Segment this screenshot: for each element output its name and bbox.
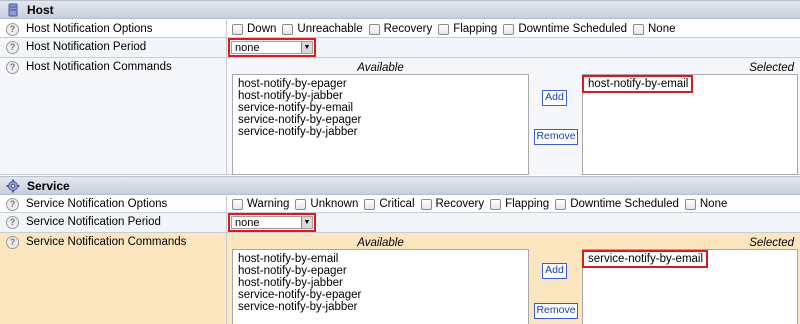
checkbox[interactable] <box>364 198 376 210</box>
server-icon <box>6 3 20 17</box>
list-item[interactable]: host-notify-by-jabber <box>238 277 528 289</box>
service-notification-commands-row: ? Service Notification Commands Availabl… <box>0 233 800 324</box>
list-item[interactable]: service-notify-by-email <box>238 102 528 114</box>
checkbox[interactable] <box>282 23 294 35</box>
host-option-flapping[interactable]: Flapping <box>438 23 497 35</box>
service-option-downtime-scheduled[interactable]: Downtime Scheduled <box>555 198 679 210</box>
list-item[interactable]: host-notify-by-email <box>238 253 528 265</box>
checkbox[interactable] <box>420 198 432 210</box>
checkbox[interactable] <box>232 198 243 210</box>
service-available-commands-list[interactable]: host-notify-by-email host-notify-by-epag… <box>232 249 529 324</box>
checkbox[interactable] <box>368 23 380 35</box>
checkbox[interactable] <box>555 198 567 210</box>
help-icon[interactable]: ? <box>6 236 19 249</box>
selected-header: Selected <box>749 237 794 249</box>
service-option-critical[interactable]: Critical <box>364 198 415 210</box>
checkbox[interactable] <box>633 23 644 35</box>
host-option-none[interactable]: None <box>633 23 676 35</box>
checkbox[interactable] <box>295 198 307 210</box>
host-notification-period-select[interactable]: none ▼ <box>231 41 313 54</box>
service-option-none[interactable]: None <box>684 198 727 210</box>
available-header: Available <box>357 62 404 74</box>
service-selected-command-item[interactable]: service-notify-by-email <box>582 250 708 268</box>
checkbox[interactable] <box>438 23 450 35</box>
host-notification-period-row: ? Host Notification Period none ▼ <box>0 38 800 58</box>
add-button[interactable]: Add <box>542 90 567 106</box>
service-notification-options-label: Service Notification Options <box>26 198 168 210</box>
help-icon[interactable]: ? <box>6 41 19 54</box>
service-option-flapping[interactable]: Flapping <box>490 198 549 210</box>
host-notification-options-label: Host Notification Options <box>26 23 153 35</box>
host-option-down[interactable]: Down <box>232 23 276 35</box>
selected-header: Selected <box>749 62 794 74</box>
help-icon[interactable]: ? <box>6 23 19 36</box>
chevron-down-icon[interactable]: ▼ <box>301 217 312 228</box>
gear-icon <box>6 179 20 193</box>
service-notification-options-row: ? Service Notification Options Warning U… <box>0 196 800 213</box>
service-selected-commands-list[interactable]: service-notify-by-email <box>582 249 798 324</box>
remove-button[interactable]: Remove <box>534 129 578 145</box>
list-item[interactable]: host-notify-by-epager <box>238 265 528 277</box>
host-notification-commands-label: Host Notification Commands <box>26 61 172 73</box>
service-notification-commands-label: Service Notification Commands <box>26 236 187 248</box>
host-selected-commands-list[interactable]: host-notify-by-email <box>582 74 798 175</box>
help-icon[interactable]: ? <box>6 198 19 211</box>
service-option-recovery[interactable]: Recovery <box>420 198 484 210</box>
host-notification-options-row: ? Host Notification Options Down Unreach… <box>0 20 800 38</box>
checkbox[interactable] <box>503 23 515 35</box>
service-notification-period-highlight: none ▼ <box>228 213 316 232</box>
list-item[interactable]: host-notify-by-epager <box>238 78 528 90</box>
host-option-downtime-scheduled[interactable]: Downtime Scheduled <box>503 23 627 35</box>
checkbox[interactable] <box>684 198 696 210</box>
host-notification-commands-row: ? Host Notification Commands Available S… <box>0 58 800 175</box>
host-section-title: Host <box>27 3 54 17</box>
service-notification-period-select[interactable]: none ▼ <box>231 216 313 229</box>
list-item[interactable]: service-notify-by-jabber <box>238 301 528 313</box>
checkbox[interactable] <box>232 23 243 35</box>
help-icon[interactable]: ? <box>6 61 19 74</box>
host-notification-period-highlight: none ▼ <box>228 38 316 57</box>
add-button[interactable]: Add <box>542 263 567 279</box>
service-section-title: Service <box>27 179 70 193</box>
host-selected-command-item[interactable]: host-notify-by-email <box>582 75 693 93</box>
list-item[interactable]: service-notify-by-epager <box>238 289 528 301</box>
service-notification-period-label: Service Notification Period <box>26 216 161 228</box>
service-notification-period-row: ? Service Notification Period none ▼ <box>0 213 800 233</box>
host-available-commands-list[interactable]: host-notify-by-epager host-notify-by-jab… <box>232 74 529 175</box>
list-item[interactable]: service-notify-by-jabber <box>238 126 528 138</box>
host-option-recovery[interactable]: Recovery <box>368 23 432 35</box>
host-option-unreachable[interactable]: Unreachable <box>282 23 363 35</box>
checkbox[interactable] <box>490 198 502 210</box>
service-option-warning[interactable]: Warning <box>232 198 289 210</box>
list-item[interactable]: service-notify-by-epager <box>238 114 528 126</box>
service-option-unknown[interactable]: Unknown <box>295 198 358 210</box>
available-header: Available <box>357 237 404 249</box>
chevron-down-icon[interactable]: ▼ <box>301 42 312 53</box>
help-icon[interactable]: ? <box>6 216 19 229</box>
host-notification-period-label: Host Notification Period <box>26 41 147 53</box>
host-section-header: Host <box>0 0 800 19</box>
service-section-header: Service <box>0 176 800 195</box>
remove-button[interactable]: Remove <box>534 303 578 319</box>
list-item[interactable]: host-notify-by-jabber <box>238 90 528 102</box>
